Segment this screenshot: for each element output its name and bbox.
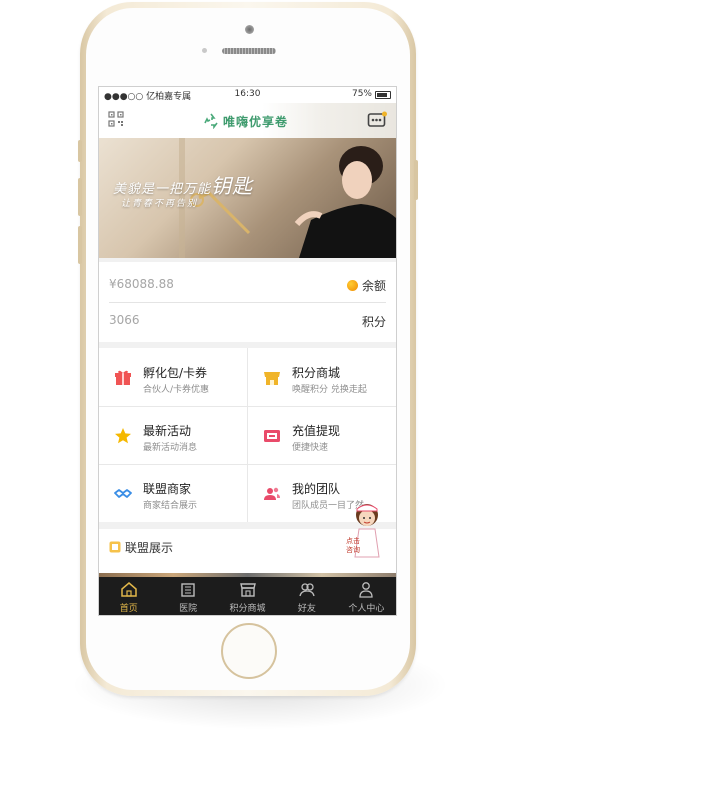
star-icon [115, 428, 131, 444]
points-row[interactable]: 3066 积分 [99, 302, 396, 338]
alliance-label: 联盟展示 [125, 541, 174, 555]
hospital-icon [181, 583, 195, 597]
points-value: 3066 [109, 313, 140, 327]
home-icon [120, 582, 137, 597]
showcase-icon [109, 541, 121, 553]
mascot-label-line1: 点击 [346, 536, 360, 545]
tab-label: 首页 [119, 604, 138, 614]
friends-icon [299, 583, 315, 597]
grid-item-subtitle: 唤醒积分 兑换走起 [292, 385, 367, 395]
points-label: 积分 [361, 315, 386, 329]
tab-label: 个人中心 [348, 604, 385, 614]
front-camera [245, 25, 254, 34]
recycle-logo-icon [204, 113, 218, 129]
feature-grid: 孵化包/卡券 合伙人/卡券优惠 积分商城 唤醒积分 兑换走起 最新活动 最新活动… [99, 348, 396, 522]
grid-item-title: 联盟商家 [143, 482, 192, 496]
promo-banner[interactable]: 美貌是一把万能钥匙 让青春不再告别 [99, 138, 396, 258]
grid-item-subtitle: 便捷快速 [292, 443, 329, 453]
app-screen: ●●●○○ 亿柏嘉专属 16:30 75% 唯嗨优享卷 美貌是一把万能钥匙 让青… [98, 86, 397, 616]
banner-headline-text: 美貌是一把万能 [113, 182, 212, 197]
battery-icon [375, 91, 391, 99]
balance-amount: ¥68088.88 [109, 277, 174, 291]
store-icon [239, 583, 256, 597]
proximity-sensor [202, 48, 207, 53]
banner-headline-key: 钥匙 [211, 174, 254, 198]
mascot-label-line2: 咨询 [346, 545, 360, 554]
tab-label: 好友 [297, 604, 316, 614]
balance-label-text: 余额 [361, 279, 386, 293]
balance-panel: ¥68088.88 余额 3066 积分 [99, 262, 396, 342]
grid-item-subtitle: 商家结合展示 [143, 501, 198, 511]
message-icon[interactable] [367, 111, 387, 129]
app-logo: 唯嗨优享卷 [203, 112, 288, 130]
volume-up-button [78, 178, 82, 216]
grid-item-subtitle: 合伙人/卡券优惠 [143, 385, 210, 395]
qr-code-icon[interactable] [108, 111, 124, 127]
grid-item-title: 积分商城 [292, 366, 341, 380]
power-button [414, 160, 418, 200]
grid-item-recharge[interactable]: 充值提现 便捷快速 [248, 406, 396, 464]
grid-item-merchants[interactable]: 联盟商家 商家结合展示 [99, 464, 247, 522]
shop-icon [264, 372, 280, 385]
grid-item-points-mall[interactable]: 积分商城 唤醒积分 兑换走起 [248, 348, 396, 406]
home-button[interactable] [221, 623, 277, 679]
gift-icon [115, 370, 131, 385]
handshake-icon [114, 489, 132, 498]
battery-percent: 75% [351, 89, 372, 99]
banner-headline: 美貌是一把万能钥匙 [113, 170, 253, 199]
tab-points-mall[interactable]: 积分商城 [218, 577, 277, 615]
team-icon [264, 487, 280, 500]
user-icon [359, 582, 373, 598]
earpiece-speaker [222, 48, 276, 54]
consult-mascot-icon[interactable]: 点击 咨询 [343, 501, 387, 567]
volume-down-button [78, 226, 82, 264]
mute-switch [78, 140, 82, 162]
tab-profile[interactable]: 个人中心 [337, 577, 396, 615]
tab-hospital[interactable]: 医院 [158, 577, 217, 615]
tab-label: 积分商城 [229, 604, 266, 614]
banner-subline: 让青春不再告别 [121, 199, 199, 209]
balance-row[interactable]: ¥68088.88 余额 [99, 266, 396, 302]
bottom-tab-bar: 首页 医院 积分商城 好友 个人中心 [99, 577, 396, 615]
tab-friends[interactable]: 好友 [277, 577, 336, 615]
grid-item-title: 最新活动 [143, 424, 192, 438]
balance-label: 余额 [346, 277, 386, 294]
grid-item-subtitle: 最新活动消息 [143, 443, 198, 453]
app-header: 唯嗨优享卷 [99, 103, 396, 138]
card-icon [264, 430, 280, 442]
status-bar: ●●●○○ 亿柏嘉专属 16:30 75% [99, 87, 396, 103]
tab-home[interactable]: 首页 [99, 577, 158, 615]
grid-item-title: 我的团队 [292, 482, 341, 496]
coin-icon [346, 280, 358, 291]
logo-text: 唯嗨优享卷 [223, 114, 289, 129]
grid-item-title: 孵化包/卡券 [143, 366, 208, 380]
tab-label: 医院 [179, 604, 198, 614]
grid-item-activities[interactable]: 最新活动 最新活动消息 [99, 406, 247, 464]
grid-item-title: 充值提现 [292, 424, 341, 438]
grid-item-incubator[interactable]: 孵化包/卡券 合伙人/卡券优惠 [99, 348, 247, 406]
